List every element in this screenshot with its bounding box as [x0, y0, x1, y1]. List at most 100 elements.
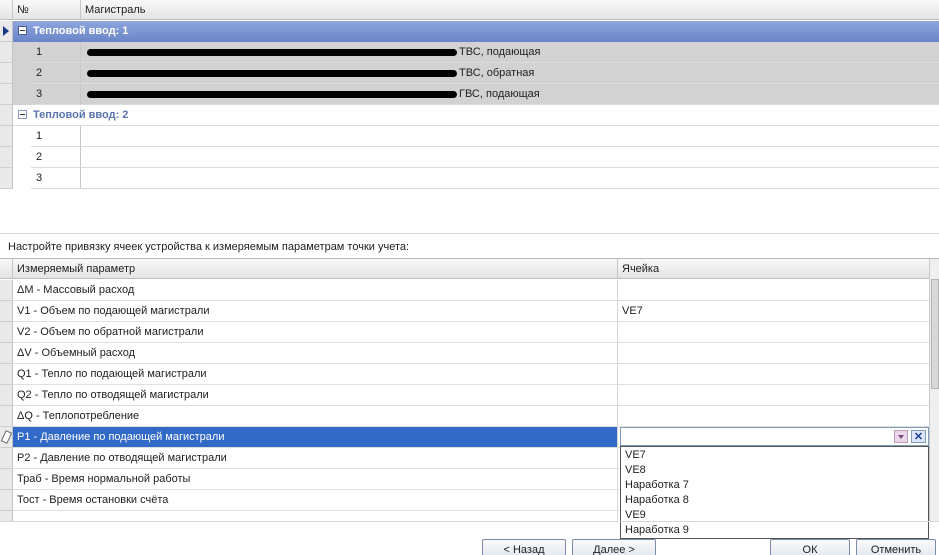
parameter-row[interactable]: Q1 - Тепло по подающей магистрали [0, 364, 929, 385]
back-button[interactable]: < Назад [482, 539, 566, 555]
group-row-heat-input-2[interactable]: Тепловой ввод: 2 [13, 105, 939, 126]
parameter-name: Траб - Время нормальной работы [13, 469, 618, 490]
row-indicator[interactable] [0, 168, 13, 189]
table-row[interactable]: 1 ТВС, подающая [13, 42, 939, 63]
row-indicator[interactable] [0, 63, 13, 84]
wizard-button-bar: < Назад Далее > ОК Отменить [0, 521, 939, 555]
row-indicator[interactable] [0, 448, 13, 469]
parameter-row[interactable]: ΔM - Массовый расход [0, 280, 929, 301]
header-row-indicator [0, 259, 13, 279]
row-indicator[interactable] [0, 343, 13, 364]
redacted-text [87, 90, 457, 98]
redacted-text [87, 69, 457, 77]
row-number: 1 [31, 126, 81, 147]
parameter-name: P2 - Давление по отводящей магистрали [13, 448, 618, 469]
parameter-row[interactable]: Q2 - Тепло по отводящей магистрали [0, 385, 929, 406]
column-header-cell[interactable]: Ячейка [618, 259, 929, 279]
redacted-text [87, 48, 457, 56]
row-indicator[interactable] [0, 469, 13, 490]
parameter-name: Q2 - Тепло по отводящей магистрали [13, 385, 618, 406]
table-row[interactable]: 1 [13, 126, 939, 147]
table-row[interactable]: 3 [13, 168, 939, 189]
dropdown-option[interactable]: VE7 [621, 448, 928, 463]
row-main-cell [81, 147, 939, 168]
parameter-row[interactable]: ΔQ - Теплопотребление [0, 406, 929, 427]
group-row-heat-input-1[interactable]: Тепловой ввод: 1 [13, 21, 939, 42]
cancel-button[interactable]: Отменить [856, 539, 936, 555]
row-main-cell: ТВС, подающая [81, 42, 939, 63]
parameter-name: ΔQ - Теплопотребление [13, 406, 618, 427]
next-button[interactable]: Далее > [572, 539, 656, 555]
cell-value[interactable] [618, 280, 929, 301]
row-main-cell: ГВС, подающая [81, 84, 939, 105]
parameter-row[interactable]: V1 - Объем по подающей магистрали VE7 [0, 301, 929, 322]
parameter-name [13, 511, 618, 521]
heat-input-grid: № Магистраль Тепловой ввод: 1 1 ТВС, под… [0, 0, 939, 190]
column-header-parameter[interactable]: Измеряемый параметр [13, 259, 618, 279]
dropdown-option[interactable]: Наработка 8 [621, 493, 928, 508]
row-indicator[interactable] [0, 42, 13, 63]
row-main-text: ГВС, подающая [459, 88, 540, 100]
instruction-label: Настройте привязку ячеек устройства к из… [8, 241, 410, 253]
collapse-icon[interactable] [18, 110, 27, 119]
parameter-name: ΔV - Объемный расход [13, 343, 618, 364]
ok-button[interactable]: ОК [770, 539, 850, 555]
parameter-name: P1 - Давление по подающей магистрали [13, 427, 618, 448]
row-number: 2 [31, 147, 81, 168]
parameter-row[interactable]: ΔV - Объемный расход [0, 343, 929, 364]
row-indicator[interactable] [0, 406, 13, 427]
current-row-arrow-icon [3, 26, 9, 36]
cell-value[interactable] [618, 364, 929, 385]
vertical-scrollbar[interactable] [929, 259, 939, 521]
row-indicator[interactable] [0, 322, 13, 343]
column-header-num[interactable]: № [13, 0, 81, 20]
row-main-cell: ТВС, обратная [81, 63, 939, 84]
clear-icon[interactable]: ✕ [911, 430, 926, 443]
cell-value[interactable] [618, 406, 929, 427]
cell-value[interactable] [618, 322, 929, 343]
dropdown-option[interactable]: Наработка 7 [621, 478, 928, 493]
row-number: 3 [31, 84, 81, 105]
row-number: 2 [31, 63, 81, 84]
row-main-cell [81, 126, 939, 147]
cell-select-combobox[interactable]: ✕ [620, 427, 929, 446]
section-divider [0, 233, 939, 234]
parameter-name: Q1 - Тепло по подающей магистрали [13, 364, 618, 385]
parameter-row[interactable]: V2 - Объем по обратной магистрали [0, 322, 929, 343]
row-main-cell [81, 168, 939, 189]
pencil-edit-icon [0, 430, 13, 444]
table-row[interactable]: 2 ТВС, обратная [13, 63, 939, 84]
cell-value[interactable] [618, 343, 929, 364]
header-row-indicator [0, 0, 13, 20]
parameter-name: V1 - Объем по подающей магистрали [13, 301, 618, 322]
row-indicator-current[interactable] [0, 21, 13, 42]
row-indicator[interactable] [0, 84, 13, 105]
heat-input-grid-header: № Магистраль [0, 0, 939, 20]
row-main-text: ТВС, подающая [459, 46, 541, 58]
chevron-down-icon[interactable] [894, 430, 908, 443]
row-indicator[interactable] [0, 280, 13, 301]
row-indicator[interactable] [0, 147, 13, 168]
row-indicator[interactable] [0, 105, 13, 126]
row-indicator[interactable] [0, 385, 13, 406]
parameter-name: Тост - Время остановки счёта [13, 490, 618, 511]
row-number: 3 [31, 168, 81, 189]
row-indicator[interactable] [0, 126, 13, 147]
row-indicator[interactable] [0, 301, 13, 322]
row-main-text: ТВС, обратная [459, 67, 535, 79]
table-row[interactable]: 3 ГВС, подающая [13, 84, 939, 105]
parameter-name: ΔM - Массовый расход [13, 280, 618, 301]
collapse-icon[interactable] [18, 26, 27, 35]
table-row[interactable]: 2 [13, 147, 939, 168]
row-indicator-editing[interactable] [0, 427, 13, 448]
scrollbar-thumb[interactable] [931, 279, 939, 389]
parameter-grid-header: Измеряемый параметр Ячейка [0, 259, 929, 279]
row-indicator[interactable] [0, 490, 13, 511]
cell-value[interactable] [618, 385, 929, 406]
dropdown-option[interactable]: VE8 [621, 463, 928, 478]
row-indicator[interactable] [0, 364, 13, 385]
row-indicator[interactable] [0, 511, 13, 521]
column-header-main[interactable]: Магистраль [81, 0, 939, 20]
row-number: 1 [31, 42, 81, 63]
cell-value[interactable]: VE7 [618, 301, 929, 322]
